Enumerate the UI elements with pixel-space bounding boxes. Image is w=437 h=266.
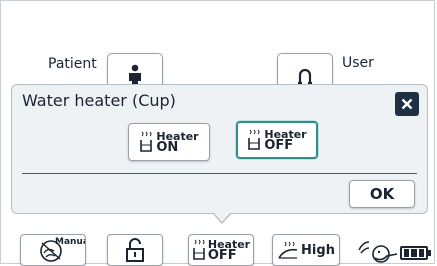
water-heater-dialog: Water heater (Cup) Heater ON Heater OFF … <box>11 84 428 214</box>
user-icon <box>298 68 312 84</box>
flow-level-button[interactable]: High <box>272 234 340 266</box>
unlock-icon <box>126 238 144 262</box>
battery-icon <box>400 246 428 260</box>
ok-button[interactable]: OK <box>349 180 415 208</box>
manual-mode-button[interactable]: Manual <box>20 234 86 266</box>
dialog-title: Water heater (Cup) <box>22 91 176 110</box>
close-icon <box>401 98 413 110</box>
user-label: User <box>342 55 374 71</box>
person-icon <box>129 64 141 86</box>
flow-level-label: High <box>301 242 335 258</box>
toolbar-heater-line2: OFF <box>207 248 237 263</box>
cup-heater-icon <box>140 131 153 152</box>
heater-on-option[interactable]: Heater ON <box>128 123 210 161</box>
manual-label: Manual <box>55 237 85 247</box>
heater-button[interactable]: Heater OFF <box>188 234 254 266</box>
close-button[interactable] <box>395 92 419 116</box>
heater-on-line2: ON <box>156 140 179 155</box>
dialog-pointer <box>213 212 231 222</box>
battery-tip <box>428 250 431 256</box>
dialog-divider <box>22 173 417 174</box>
patient-connection-icon <box>358 241 398 263</box>
patient-label: Patient <box>48 56 97 72</box>
heater-off-option[interactable]: Heater OFF <box>236 121 318 159</box>
flow-icon <box>278 241 298 259</box>
heater-off-line2: OFF <box>264 138 294 153</box>
lock-button[interactable] <box>107 234 163 266</box>
cup-heater-icon <box>193 239 205 260</box>
cup-heater-icon <box>248 129 261 150</box>
